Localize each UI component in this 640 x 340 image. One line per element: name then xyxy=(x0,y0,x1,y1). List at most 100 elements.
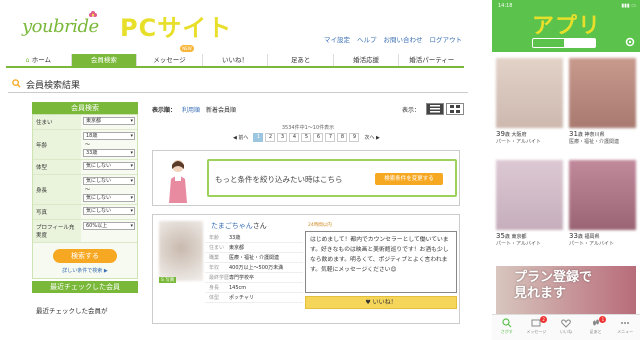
help-link[interactable]: ヘルプ xyxy=(357,34,377,44)
search-button[interactable]: 検索する xyxy=(53,249,117,263)
nav-message-label: メッセージ xyxy=(153,56,186,64)
occupation: パート・アルバイト xyxy=(496,139,541,145)
attr-value: ポッチャリ xyxy=(229,295,254,301)
height-min-select[interactable]: 気にしない xyxy=(83,177,135,185)
my-settings-link[interactable]: マイ設定 xyxy=(324,34,350,44)
nav-like[interactable]: いいね！ xyxy=(203,54,269,66)
photo-select[interactable]: 気にしない xyxy=(83,207,135,215)
tab-label: メニュー xyxy=(617,329,634,334)
change-conditions-button[interactable]: 検索条件を変更する xyxy=(375,173,443,185)
member-tile[interactable]: 35歳 東京都 パート・アルバイト xyxy=(496,160,563,256)
page-4[interactable]: 4 xyxy=(289,133,300,142)
page-6[interactable]: 6 xyxy=(313,133,324,142)
attr-row: 体型 ポッチャリ xyxy=(205,293,303,303)
sort-usage[interactable]: 利用順 xyxy=(182,105,200,114)
attr-value: 400万以上〜500万未満 xyxy=(229,265,284,271)
top-links: マイ設定 ヘルプ お問い合わせ ログアウト xyxy=(324,34,462,44)
plan-overlay[interactable]: プラン登録で 見れます xyxy=(496,266,636,314)
page-5[interactable]: 5 xyxy=(301,133,312,142)
tab-message[interactable]: 2 メッセージ xyxy=(522,315,552,340)
occupation: パート・アルバイト xyxy=(569,241,614,247)
profile-completeness-label: プロフィール充実度 xyxy=(33,220,81,242)
nav-home-label: ホーム xyxy=(31,56,52,64)
attr-value: 東京都 xyxy=(229,245,245,251)
tab-footprint[interactable]: 1 足あと xyxy=(581,315,611,340)
contact-link[interactable]: お問い合わせ xyxy=(384,34,423,44)
age-label: 年齢 xyxy=(33,130,81,159)
like-button[interactable]: ♥ いいね！ xyxy=(305,296,457,309)
nav-message[interactable]: メッセージ NEW xyxy=(137,45,203,66)
youbride-logo[interactable]: youbride xyxy=(22,11,99,37)
attr-key: 身長 xyxy=(209,285,220,291)
photo-tag: S 写真 xyxy=(159,277,177,283)
nav-search-label: 会員検索 xyxy=(90,56,117,64)
prev-page[interactable]: ◀ 前へ xyxy=(230,134,251,141)
grid-view-button[interactable] xyxy=(446,103,464,115)
member-photo xyxy=(569,58,636,128)
app-panel: 14:18 ▮▮▮ ▭ アプリ 39歳 大阪府 パート・アルバイト 31歳 神奈… xyxy=(492,0,640,340)
residence-label: 住まい xyxy=(33,115,81,129)
nav-footprint[interactable]: 足あと xyxy=(268,54,334,66)
tab-menu[interactable]: メニュー xyxy=(610,315,640,340)
page-9[interactable]: 9 xyxy=(349,133,360,142)
search-form: 住まい 東京都 年齢 18歳 〜 33歳 体型 気にしない 身長 気にしない 〜 xyxy=(32,114,138,279)
advanced-search-link[interactable]: 詳しい条件で検索 ▶ xyxy=(33,267,137,274)
flower-icon xyxy=(89,11,97,17)
nav-party[interactable]: 婚活パーティー xyxy=(399,54,464,66)
nav-support-label: 婚活応援 xyxy=(353,56,380,64)
heart-icon xyxy=(561,319,571,328)
attr-value: 33歳 xyxy=(229,235,241,241)
grid-toggle[interactable] xyxy=(564,39,595,47)
settings-gear-icon[interactable] xyxy=(624,36,636,48)
age-max-select[interactable]: 33歳 xyxy=(83,149,135,157)
profile-completeness-select[interactable]: 60%以上 xyxy=(83,222,135,230)
age-min-select[interactable]: 18歳 xyxy=(83,132,135,140)
attr-row: 職業 医療・福祉・介護関連 xyxy=(205,253,303,263)
tile-age-pref: 31歳 神奈川県 xyxy=(569,130,636,138)
concierge-woman-illustration xyxy=(169,160,187,203)
tab-search[interactable]: さがす xyxy=(492,315,522,340)
row-profile-completeness: プロフィール充実度 60%以上 xyxy=(33,220,137,243)
battery-icon: ▭ xyxy=(631,3,636,9)
body-type-select[interactable]: 気にしない xyxy=(83,162,135,170)
attr-key: 年収 xyxy=(209,265,220,271)
member-photo xyxy=(569,160,636,230)
occupation: 医療・福祉・介護関連 xyxy=(569,139,620,145)
divider xyxy=(8,92,468,93)
page-3[interactable]: 3 xyxy=(277,133,288,142)
app-label: アプリ xyxy=(532,14,602,39)
next-page[interactable]: 次へ ▶ xyxy=(361,134,382,141)
page-title: 会員検索結果 xyxy=(12,78,80,91)
height-label: 身長 xyxy=(33,175,81,204)
list-view-button[interactable] xyxy=(426,103,444,115)
row-residence: 住まい 東京都 xyxy=(33,115,137,130)
page-1[interactable]: 1 xyxy=(253,133,264,142)
residence-select[interactable]: 東京都 xyxy=(83,117,135,125)
tab-label: 足あと xyxy=(589,329,602,334)
page-2[interactable]: 2 xyxy=(265,133,276,142)
nav-support[interactable]: 婚活応援 xyxy=(334,54,400,66)
tab-like[interactable]: いいね xyxy=(551,315,581,340)
logout-link[interactable]: ログアウト xyxy=(430,34,463,44)
nav-member-search[interactable]: 会員検索 xyxy=(71,54,138,66)
attr-row: 住まい 東京都 xyxy=(205,243,303,253)
page-8[interactable]: 8 xyxy=(337,133,348,142)
member-tile[interactable]: 39歳 大阪府 パート・アルバイト xyxy=(496,58,563,154)
height-max-select[interactable]: 気にしない xyxy=(83,194,135,202)
member-name[interactable]: たまごちゃんさん xyxy=(211,221,267,231)
honorific: さん xyxy=(252,222,267,230)
new-badge: NEW xyxy=(180,45,194,52)
member-photo[interactable] xyxy=(159,221,203,281)
list-toggle[interactable] xyxy=(533,39,564,47)
sort-newest[interactable]: 新着会員順 xyxy=(206,105,236,114)
page-7[interactable]: 7 xyxy=(325,133,336,142)
nav-footprint-label: 足あと xyxy=(290,56,311,64)
member-tile[interactable]: 33歳 福岡県 パート・アルバイト xyxy=(569,160,636,256)
nav-home[interactable]: ⌂ ホーム xyxy=(6,54,72,66)
nav-party-label: 婚活パーティー xyxy=(409,56,455,64)
row-height: 身長 気にしない 〜 気にしない xyxy=(33,175,137,205)
member-card[interactable]: S 写真 たまごちゃんさん 年齢 33歳 住まい 東京都 職業 医療・福祉・介護関連 … xyxy=(152,214,460,324)
member-tile[interactable]: 31歳 神奈川県 医療・福祉・介護関連 xyxy=(569,58,636,154)
intro-message: はじめまして！都内でカウンセラーとして働いています。好きなものは映画と美術館巡り… xyxy=(305,231,457,293)
attr-row: 身長 145cm xyxy=(205,283,303,293)
